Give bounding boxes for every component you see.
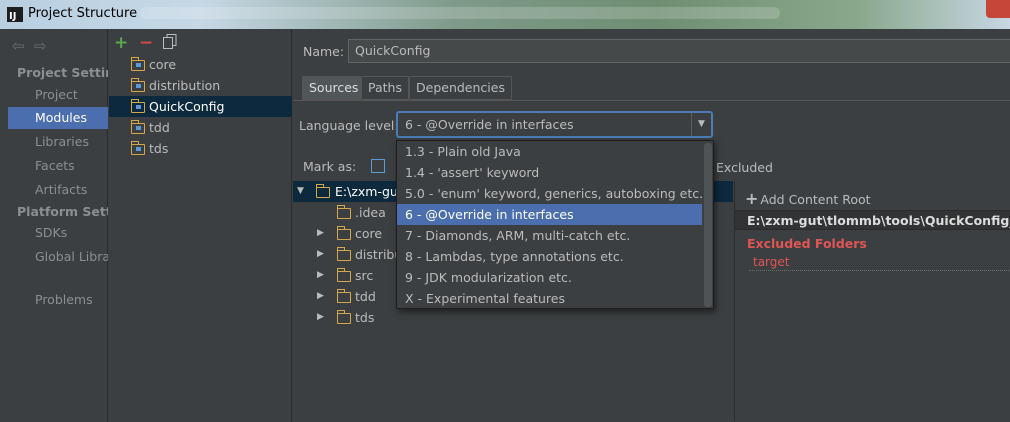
content-root-path: E:\zxm-gut\tlommb\tools\QuickConfig_too <box>735 210 1010 230</box>
nav-item-modules[interactable]: Modules <box>8 107 108 129</box>
nav-item-sdks[interactable]: SDKs <box>8 222 108 244</box>
plus-icon: + <box>745 189 759 208</box>
collapsed-arrow-icon[interactable]: ▶ <box>317 265 324 286</box>
language-level-label: Language level: <box>299 118 399 133</box>
dropdown-option[interactable]: X - Experimental features <box>397 288 702 309</box>
mark-excluded-button[interactable]: Excluded <box>716 160 773 175</box>
dropdown-scrollbar[interactable] <box>704 143 712 307</box>
nav-item-facets[interactable]: Facets <box>8 155 108 177</box>
chevron-down-icon[interactable]: ▼ <box>691 113 711 136</box>
language-level-combo[interactable]: 6 - @Override in interfaces ▼ <box>396 111 713 138</box>
module-folder-icon <box>130 120 145 134</box>
module-folder-icon <box>130 99 145 113</box>
collapsed-arrow-icon[interactable]: ▶ <box>317 223 324 244</box>
folder-icon <box>336 247 351 261</box>
module-label: QuickConfig <box>149 99 225 114</box>
module-label: tdd <box>149 120 170 135</box>
close-window-button[interactable] <box>986 0 1010 18</box>
module-item-tdd[interactable]: tdd <box>109 117 292 138</box>
dropdown-option[interactable]: 8 - Lambdas, type annotations etc. <box>397 246 702 267</box>
tab-dependencies[interactable]: Dependencies <box>409 76 512 100</box>
content-root-pane: + Add Content Root E:\zxm-gut\tlommb\tool… <box>734 181 1010 421</box>
title-path-blurred <box>140 7 780 19</box>
expanded-arrow-icon[interactable]: ▼ <box>297 181 304 202</box>
title-bar: IJ Project Structure <box>0 0 1010 29</box>
module-item-quickconfig[interactable]: QuickConfig <box>109 96 292 117</box>
platform-settings-header: Platform Settings <box>17 204 108 219</box>
tree-node-label: .idea <box>355 205 386 220</box>
add-content-root-button[interactable]: + Add Content Root <box>745 189 871 208</box>
dropdown-option[interactable]: 9 - JDK modularization etc. <box>397 267 702 288</box>
forward-arrow-icon[interactable]: ⇨ <box>34 37 56 55</box>
nav-item-artifacts[interactable]: Artifacts <box>8 179 108 201</box>
copy-icon[interactable] <box>163 34 177 49</box>
language-level-value: 6 - @Override in interfaces <box>405 117 574 132</box>
nav-item-global-libraries[interactable]: Global Libraries <box>8 246 108 268</box>
dropdown-option[interactable]: 1.4 - 'assert' keyword <box>397 162 702 183</box>
tab-sources[interactable]: Sources <box>302 76 366 100</box>
folder-icon <box>336 226 351 240</box>
plus-icon[interactable]: + <box>114 33 128 53</box>
project-settings-header: Project Settings <box>17 65 108 80</box>
excluded-folders-header: Excluded Folders <box>747 236 867 251</box>
module-label: tds <box>149 141 169 156</box>
nav-arrows: ⇦ ⇨ <box>12 37 56 55</box>
dropdown-option[interactable]: 5.0 - 'enum' keyword, generics, autoboxi… <box>397 183 702 204</box>
tree-root-label: E:\zxm-gut <box>335 184 403 199</box>
module-folder-icon <box>130 57 145 71</box>
folder-icon <box>336 205 351 219</box>
module-label: core <box>149 57 177 72</box>
module-item-distribution[interactable]: distribution <box>109 75 292 96</box>
folder-icon <box>336 268 351 282</box>
module-item-core[interactable]: core <box>109 54 292 75</box>
window-title: Project Structure <box>28 6 138 21</box>
nav-item-libraries[interactable]: Libraries <box>8 131 108 153</box>
module-name-input[interactable]: QuickConfig <box>348 39 1010 63</box>
dropdown-option[interactable]: 1.3 - Plain old Java <box>397 141 702 162</box>
module-folder-icon <box>130 78 145 92</box>
module-folder-icon <box>130 141 145 155</box>
tab-divider <box>293 100 1010 101</box>
back-arrow-icon[interactable]: ⇦ <box>12 37 34 55</box>
collapsed-arrow-icon[interactable]: ▶ <box>317 307 324 328</box>
add-content-root-label: Add Content Root <box>760 192 871 207</box>
mark-as-label: Mark as: <box>303 159 357 174</box>
module-list-panel: + − core distribution QuickConfig tdd td… <box>109 29 292 422</box>
language-level-dropdown: 1.3 - Plain old Java 1.4 - 'assert' keyw… <box>396 140 714 309</box>
tree-node-label: core <box>355 226 383 241</box>
folder-icon <box>315 184 330 198</box>
name-label: Name: <box>303 44 345 59</box>
divider <box>749 270 1010 271</box>
folder-icon <box>336 310 351 324</box>
collapsed-arrow-icon[interactable]: ▶ <box>317 286 324 307</box>
excluded-folder-item[interactable]: target <box>753 255 790 269</box>
sources-folder-icon[interactable] <box>371 159 385 173</box>
settings-nav: ⇦⇨ Project Settings Project Modules Libr… <box>0 29 108 422</box>
collapsed-arrow-icon[interactable]: ▶ <box>317 244 324 265</box>
folder-icon <box>336 289 351 303</box>
module-item-tds[interactable]: tds <box>109 138 292 159</box>
tree-node-label: src <box>355 268 374 283</box>
tree-row[interactable]: ▶ tds <box>293 307 733 328</box>
nav-item-project[interactable]: Project <box>8 84 108 106</box>
minus-icon[interactable]: − <box>139 33 153 53</box>
dropdown-option-selected[interactable]: 6 - @Override in interfaces <box>397 204 702 225</box>
dropdown-option[interactable]: 7 - Diamonds, ARM, multi-catch etc. <box>397 225 702 246</box>
module-label: distribution <box>149 78 221 93</box>
nav-item-problems[interactable]: Problems <box>8 289 108 311</box>
tree-node-label: tdd <box>355 289 376 304</box>
tab-paths[interactable]: Paths <box>361 76 409 100</box>
svg-text:IJ: IJ <box>9 11 16 22</box>
intellij-app-icon: IJ <box>7 7 23 22</box>
tree-node-label: tds <box>355 310 375 325</box>
